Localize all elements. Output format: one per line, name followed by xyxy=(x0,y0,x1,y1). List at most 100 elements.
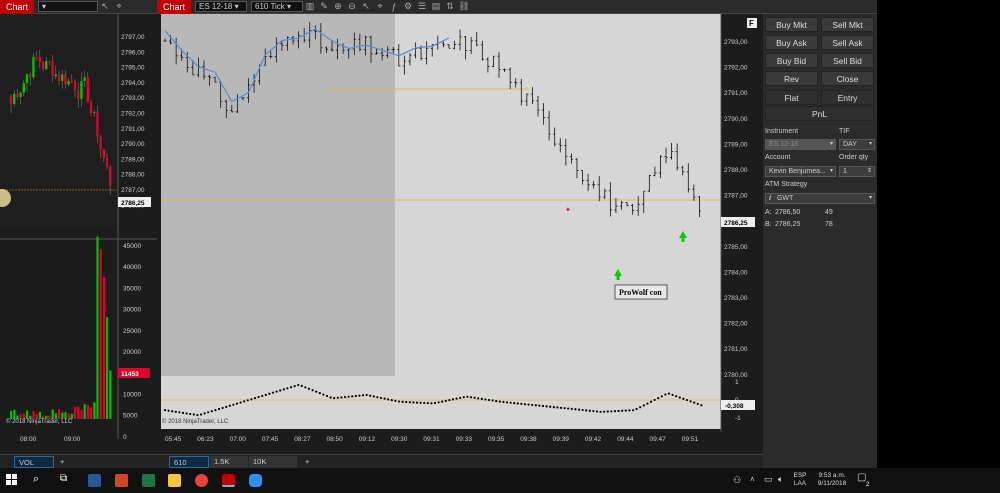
buy-ask-button[interactable]: Buy Ask xyxy=(765,35,818,50)
main-chart-canvas[interactable]: 2793,00 2792,00 2791,00 2790,00 2789,00 2788,… xyxy=(157,14,763,454)
left-chart-tab[interactable]: Chart xyxy=(0,0,35,14)
reverse-button[interactable]: Rev xyxy=(765,71,818,86)
add-tab-button[interactable]: + xyxy=(301,456,313,468)
crosshair-icon[interactable]: ⌖ xyxy=(373,1,387,12)
chrome-icon[interactable] xyxy=(195,474,208,487)
indicator-dot xyxy=(250,398,253,401)
add-tab-button[interactable]: + xyxy=(56,456,68,468)
indicator-dot xyxy=(477,397,480,400)
order-qty-stepper[interactable]: 1 ⇕ xyxy=(839,166,875,177)
pencil-icon[interactable]: ✎ xyxy=(317,1,331,12)
properties-icon[interactable]: ☰ xyxy=(415,1,429,12)
indicator-dot xyxy=(531,403,534,407)
indicators-icon[interactable]: ƒ xyxy=(387,2,401,12)
candle-body xyxy=(16,93,19,98)
indicator-dot xyxy=(509,401,512,404)
indicator-dot xyxy=(588,409,591,412)
indicator-dot xyxy=(513,402,516,405)
indicator-dot xyxy=(275,390,278,393)
candle-body xyxy=(89,102,93,114)
people-icon[interactable]: ⚇ xyxy=(733,476,741,485)
word-icon[interactable] xyxy=(88,474,101,487)
language-indicator[interactable]: ESP LAA xyxy=(790,472,810,488)
instrument-select[interactable]: ES 12-18 ▾ xyxy=(195,1,248,12)
crosshair-icon[interactable]: ⌖ xyxy=(112,1,126,12)
strategies-icon[interactable]: ⚙ xyxy=(401,1,415,12)
main-time-tick: 07:00 xyxy=(230,436,247,443)
candle-body xyxy=(57,74,61,81)
windows-start-icon[interactable] xyxy=(6,474,18,486)
indicator-dot xyxy=(199,413,203,416)
indicator-dot xyxy=(207,411,210,414)
indicator-dot xyxy=(538,404,541,407)
chevron-up-icon[interactable]: ˄ xyxy=(750,476,755,484)
clock-time: 9:53 a.m. xyxy=(818,472,846,479)
zoom-out-icon[interactable]: ⊖ xyxy=(345,1,359,12)
left-price-tick: 2790,00 xyxy=(121,141,145,148)
instrument-field[interactable]: ES 12-18 ▾ xyxy=(765,139,836,150)
indicator-dot xyxy=(545,405,548,408)
volume-icon[interactable]: 🔈︎ xyxy=(778,475,783,484)
indicator-dot xyxy=(603,410,606,413)
indicator-dot xyxy=(203,412,206,415)
search-icon[interactable]: ⌕ xyxy=(33,473,39,486)
sell-market-button[interactable]: Sell Mkt xyxy=(821,17,874,32)
left-instrument-select[interactable]: ▾ xyxy=(38,1,99,12)
tab-610[interactable]: 610 xyxy=(169,456,209,468)
indicator-dot xyxy=(520,402,523,405)
clock[interactable]: 9:53 a.m. 9/11/2018 xyxy=(812,472,852,488)
tab-10k[interactable]: 10K xyxy=(249,456,297,468)
zoom-icon[interactable] xyxy=(249,474,262,487)
tab-1-5k[interactable]: 1.5K xyxy=(210,456,248,468)
left-price-tick: 2789,00 xyxy=(121,156,145,163)
indicator-dot xyxy=(322,393,325,396)
indicator-tick: 1 xyxy=(735,379,739,386)
buy-bid-button[interactable]: Buy Bid xyxy=(765,53,818,68)
chart-trader-icon[interactable]: ⇅ xyxy=(443,1,457,12)
tab-vol[interactable]: VOL xyxy=(14,456,54,468)
interval-select[interactable]: 610 Tick ▾ xyxy=(251,1,304,12)
account-select[interactable]: Kevin Benjumea... ▾ xyxy=(765,166,836,177)
indicator-dot xyxy=(297,383,300,387)
powerpoint-icon[interactable] xyxy=(115,474,128,487)
indicator-dot xyxy=(232,403,235,406)
pointer-icon[interactable]: ↖ xyxy=(359,1,373,12)
indicator-dot xyxy=(689,400,692,403)
indicator-dot xyxy=(527,403,530,406)
zoom-in-icon[interactable]: ⊕ xyxy=(331,1,345,12)
bar-type-icon[interactable]: ▥ xyxy=(303,1,317,12)
pointer-icon[interactable]: ↖ xyxy=(98,1,112,12)
indicator-dot xyxy=(491,399,494,402)
templates-icon[interactable]: ▤ xyxy=(429,1,443,12)
atm-strategy-select[interactable]: i GWT ▾ xyxy=(765,193,875,204)
sell-bid-button[interactable]: Sell Bid xyxy=(821,53,874,68)
flat-display: Flat xyxy=(765,90,818,105)
indicator-dot xyxy=(343,395,347,399)
indicator-dot xyxy=(437,401,440,404)
excel-icon[interactable] xyxy=(142,474,155,487)
main-time-tick: 09:39 xyxy=(553,436,570,443)
indicator-dot xyxy=(279,389,282,392)
indicator-dot xyxy=(502,400,505,404)
indicator-dot xyxy=(239,401,242,404)
bid-price: 2786,25 xyxy=(775,221,801,228)
tif-select[interactable]: DAY ▾ xyxy=(839,139,875,150)
indicator-dot xyxy=(185,412,188,415)
link-icon[interactable]: ⛓ xyxy=(457,1,471,12)
indicator-dot xyxy=(606,410,609,413)
main-chart-window: Chart ES 12-18 ▾ 610 Tick ▾ ▥ ✎ ⊕ ⊖ ↖ ⌖ … xyxy=(157,0,763,468)
left-volume-tick: 45000 xyxy=(123,243,141,250)
bid-size: 78 xyxy=(825,221,833,228)
buy-market-button[interactable]: Buy Mkt xyxy=(765,17,818,32)
indicator-dot xyxy=(217,407,221,411)
task-view-icon[interactable]: ⧉ xyxy=(60,473,67,484)
close-button[interactable]: Close xyxy=(821,71,874,86)
left-chart-canvas[interactable]: 2797,00 2796,00 2795,00 2794,00 2793,00 2792,… xyxy=(0,14,157,454)
main-time-tick: 09:51 xyxy=(682,436,699,443)
network-icon[interactable]: ▭ xyxy=(764,475,773,484)
ninjatrader-icon[interactable] xyxy=(222,474,235,487)
main-chart-tab[interactable]: Chart xyxy=(157,0,192,14)
indicator-dot xyxy=(693,401,696,404)
file-explorer-icon[interactable] xyxy=(168,474,181,487)
sell-ask-button[interactable]: Sell Ask xyxy=(821,35,874,50)
